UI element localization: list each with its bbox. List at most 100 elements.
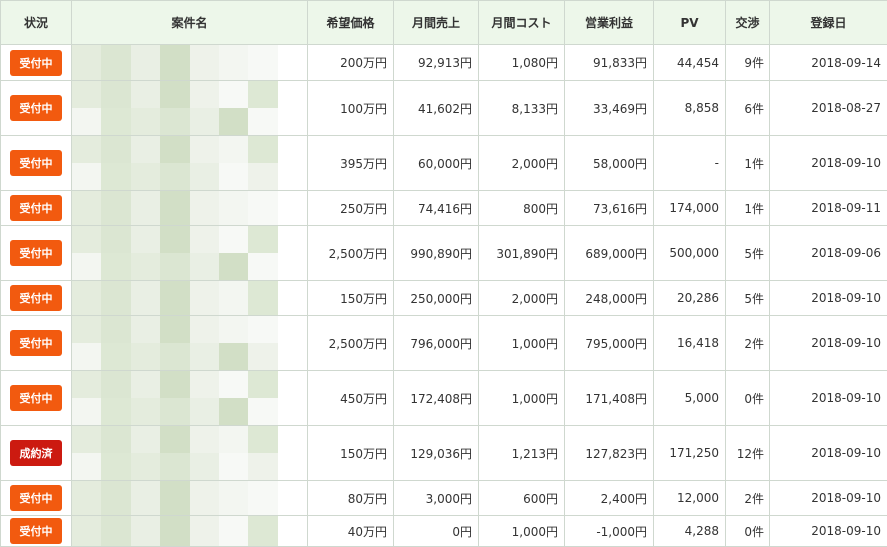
price-cell: 250万円	[308, 191, 394, 226]
pv-cell: 4,288	[654, 516, 726, 547]
monthly-cost-cell: 1,000円	[479, 316, 565, 371]
monthly-sales-cell: 172,408円	[394, 371, 479, 426]
column-header-pv: PV	[654, 1, 726, 45]
listing-name-cell-redacted[interactable]	[72, 426, 308, 481]
table-row[interactable]: 受付中200万円92,913円1,080円91,833円44,4549件2018…	[1, 45, 887, 81]
operating-profit-cell: 248,000円	[565, 281, 654, 316]
status-badge: 受付中	[10, 195, 62, 221]
registered-date-cell: 2018-09-10	[770, 136, 887, 191]
redaction-mosaic	[72, 516, 307, 546]
negotiations-cell: 9件	[726, 45, 770, 81]
table-body: 受付中200万円92,913円1,080円91,833円44,4549件2018…	[1, 45, 887, 547]
pv-cell: 44,454	[654, 45, 726, 81]
registered-date-cell: 2018-09-11	[770, 191, 887, 226]
listing-name-cell-redacted[interactable]	[72, 316, 308, 371]
monthly-sales-cell: 250,000円	[394, 281, 479, 316]
pv-cell: 20,286	[654, 281, 726, 316]
listing-name-cell-redacted[interactable]	[72, 136, 308, 191]
listing-name-cell-redacted[interactable]	[72, 45, 308, 81]
header-row: 状況 案件名 希望価格 月間売上 月間コスト 営業利益 PV 交渉 登録日	[1, 1, 887, 45]
monthly-cost-cell: 600円	[479, 481, 565, 516]
monthly-cost-cell: 8,133円	[479, 81, 565, 136]
listing-name-cell-redacted[interactable]	[72, 226, 308, 281]
negotiations-cell: 2件	[726, 316, 770, 371]
pv-cell: 5,000	[654, 371, 726, 426]
column-header-negotiations: 交渉	[726, 1, 770, 45]
operating-profit-cell: 795,000円	[565, 316, 654, 371]
operating-profit-cell: 171,408円	[565, 371, 654, 426]
table-row[interactable]: 受付中2,500万円796,000円1,000円795,000円16,4182件…	[1, 316, 887, 371]
status-badge: 受付中	[10, 485, 62, 511]
registered-date-cell: 2018-09-10	[770, 481, 887, 516]
price-cell: 200万円	[308, 45, 394, 81]
monthly-cost-cell: 800円	[479, 191, 565, 226]
registered-date-cell: 2018-08-27	[770, 81, 887, 136]
redaction-mosaic	[72, 45, 307, 80]
price-cell: 2,500万円	[308, 316, 394, 371]
table-row[interactable]: 受付中250万円74,416円800円73,616円174,0001件2018-…	[1, 191, 887, 226]
listing-name-cell-redacted[interactable]	[72, 281, 308, 316]
table-row[interactable]: 受付中80万円3,000円600円2,400円12,0002件2018-09-1…	[1, 481, 887, 516]
table-row[interactable]: 受付中450万円172,408円1,000円171,408円5,0000件201…	[1, 371, 887, 426]
negotiations-cell: 5件	[726, 226, 770, 281]
table-row[interactable]: 受付中100万円41,602円8,133円33,469円8,8586件2018-…	[1, 81, 887, 136]
negotiations-cell: 2件	[726, 481, 770, 516]
table-row[interactable]: 受付中2,500万円990,890円301,890円689,000円500,00…	[1, 226, 887, 281]
redaction-mosaic	[72, 481, 307, 515]
pv-cell: 16,418	[654, 316, 726, 371]
monthly-cost-cell: 301,890円	[479, 226, 565, 281]
listing-name-cell-redacted[interactable]	[72, 191, 308, 226]
monthly-sales-cell: 92,913円	[394, 45, 479, 81]
operating-profit-cell: 58,000円	[565, 136, 654, 191]
monthly-cost-cell: 1,000円	[479, 371, 565, 426]
pv-cell: 12,000	[654, 481, 726, 516]
table-row[interactable]: 受付中150万円250,000円2,000円248,000円20,2865件20…	[1, 281, 887, 316]
pv-cell: 8,858	[654, 81, 726, 136]
negotiations-cell: 1件	[726, 191, 770, 226]
price-cell: 150万円	[308, 281, 394, 316]
operating-profit-cell: 689,000円	[565, 226, 654, 281]
registered-date-cell: 2018-09-10	[770, 426, 887, 481]
negotiations-cell: 12件	[726, 426, 770, 481]
column-header-monthly-cost: 月間コスト	[479, 1, 565, 45]
pv-cell: 500,000	[654, 226, 726, 281]
listing-name-cell-redacted[interactable]	[72, 516, 308, 547]
status-cell: 受付中	[1, 136, 72, 191]
price-cell: 80万円	[308, 481, 394, 516]
status-cell: 受付中	[1, 226, 72, 281]
table-row[interactable]: 受付中395万円60,000円2,000円58,000円-1件2018-09-1…	[1, 136, 887, 191]
monthly-cost-cell: 1,000円	[479, 516, 565, 547]
monthly-sales-cell: 129,036円	[394, 426, 479, 481]
status-cell: 受付中	[1, 45, 72, 81]
pv-cell: 171,250	[654, 426, 726, 481]
status-badge: 受付中	[10, 518, 62, 544]
operating-profit-cell: 2,400円	[565, 481, 654, 516]
status-cell: 受付中	[1, 316, 72, 371]
monthly-cost-cell: 2,000円	[479, 281, 565, 316]
price-cell: 395万円	[308, 136, 394, 191]
price-cell: 150万円	[308, 426, 394, 481]
listing-name-cell-redacted[interactable]	[72, 481, 308, 516]
listing-name-cell-redacted[interactable]	[72, 371, 308, 426]
status-badge: 受付中	[10, 95, 62, 121]
redaction-mosaic	[72, 81, 307, 135]
negotiations-cell: 0件	[726, 516, 770, 547]
listing-name-cell-redacted[interactable]	[72, 81, 308, 136]
listing-table: 状況 案件名 希望価格 月間売上 月間コスト 営業利益 PV 交渉 登録日 受付…	[0, 0, 887, 547]
operating-profit-cell: 127,823円	[565, 426, 654, 481]
status-cell: 成約済	[1, 426, 72, 481]
status-cell: 受付中	[1, 371, 72, 426]
registered-date-cell: 2018-09-10	[770, 371, 887, 426]
monthly-sales-cell: 74,416円	[394, 191, 479, 226]
redaction-mosaic	[72, 426, 307, 480]
status-badge: 受付中	[10, 385, 62, 411]
operating-profit-cell: 91,833円	[565, 45, 654, 81]
table-row[interactable]: 成約済150万円129,036円1,213円127,823円171,25012件…	[1, 426, 887, 481]
negotiations-cell: 5件	[726, 281, 770, 316]
table-row[interactable]: 受付中40万円0円1,000円-1,000円4,2880件2018-09-10	[1, 516, 887, 547]
status-cell: 受付中	[1, 191, 72, 226]
status-badge: 受付中	[10, 50, 62, 76]
column-header-name: 案件名	[72, 1, 308, 45]
registered-date-cell: 2018-09-10	[770, 316, 887, 371]
status-badge: 受付中	[10, 150, 62, 176]
